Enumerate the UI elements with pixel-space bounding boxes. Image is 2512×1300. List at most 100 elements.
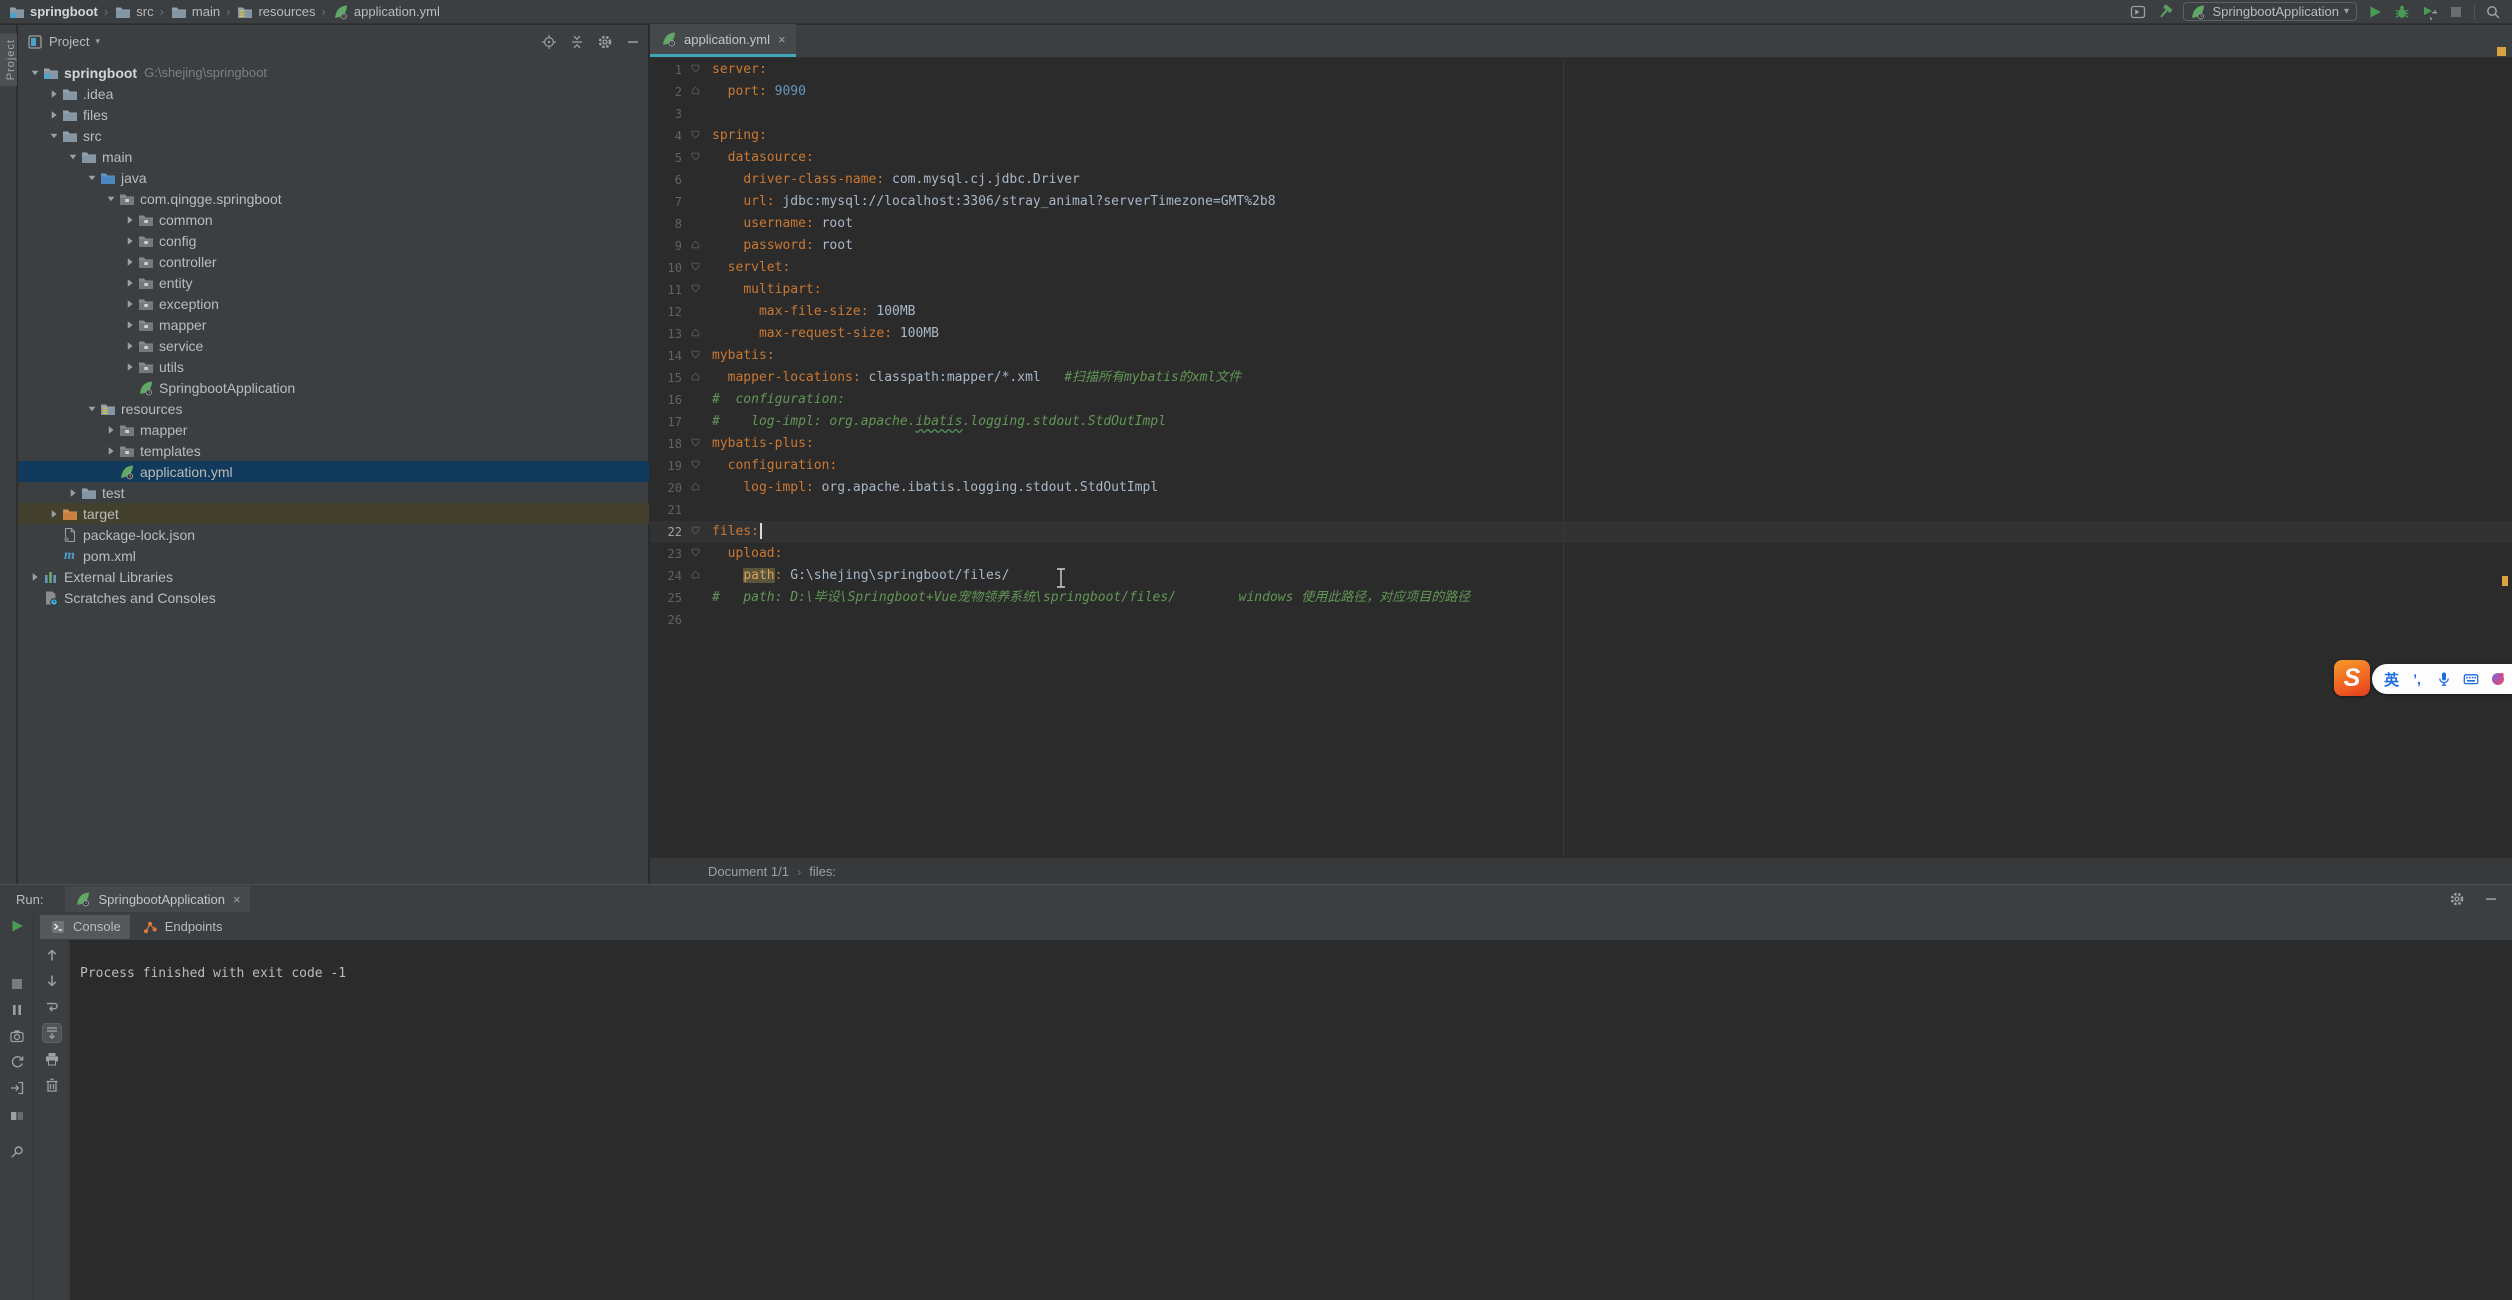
code-line-24[interactable]: 24 path: G:\shejing\springboot/files/ bbox=[650, 565, 2512, 587]
collapsed-arrow-icon[interactable] bbox=[47, 508, 61, 520]
expanded-arrow-icon[interactable] bbox=[104, 193, 118, 205]
breadcrumb-item-application-yml[interactable]: application.yml bbox=[332, 3, 440, 21]
gear-icon[interactable] bbox=[596, 33, 614, 51]
collapsed-arrow-icon[interactable] bbox=[123, 340, 137, 352]
expanded-arrow-icon[interactable] bbox=[28, 67, 42, 79]
fold-marker-icon[interactable] bbox=[682, 130, 712, 142]
print-icon[interactable] bbox=[43, 1050, 61, 1068]
tree-row-scratches-and-consoles[interactable]: Scratches and Consoles bbox=[18, 587, 649, 608]
code-line-21[interactable]: 21 bbox=[650, 499, 2512, 521]
pin-icon[interactable] bbox=[8, 1143, 26, 1161]
run-anything-icon[interactable] bbox=[2129, 3, 2147, 21]
minimize-icon[interactable] bbox=[2482, 890, 2500, 908]
tree-row-config[interactable]: config bbox=[18, 230, 649, 251]
collapsed-arrow-icon[interactable] bbox=[123, 256, 137, 268]
tree-row-utils[interactable]: utils bbox=[18, 356, 649, 377]
code-line-2[interactable]: 2 port: 9090 bbox=[650, 81, 2512, 103]
softwrap-icon[interactable] bbox=[43, 998, 61, 1016]
collapsed-arrow-icon[interactable] bbox=[123, 298, 137, 310]
code-area[interactable]: 1server:2 port: 909034spring:5 datasourc… bbox=[650, 59, 2512, 857]
tree-row-test[interactable]: test bbox=[18, 482, 649, 503]
breadcrumb-item-src[interactable]: src bbox=[114, 3, 153, 21]
ime-punct-icon[interactable]: ’, bbox=[2408, 670, 2426, 688]
project-stripe-tab[interactable]: Project bbox=[0, 33, 17, 86]
ime-logo[interactable]: S bbox=[2334, 660, 2370, 696]
fold-marker-icon[interactable] bbox=[682, 350, 712, 362]
run-icon[interactable] bbox=[2366, 3, 2384, 21]
expanded-arrow-icon[interactable] bbox=[85, 403, 99, 415]
fold-marker-icon[interactable] bbox=[682, 372, 712, 384]
tree-row-service[interactable]: service bbox=[18, 335, 649, 356]
ime-keyboard-icon[interactable] bbox=[2462, 670, 2480, 688]
close-tab-icon[interactable]: × bbox=[778, 32, 786, 47]
fold-marker-icon[interactable] bbox=[682, 262, 712, 274]
tree-row-package-lock-json[interactable]: package-lock.json bbox=[18, 524, 649, 545]
layout-icon[interactable] bbox=[8, 1107, 26, 1125]
breadcrumb-yaml-key[interactable]: files: bbox=[809, 864, 836, 879]
stop-icon[interactable] bbox=[2447, 3, 2465, 21]
tree-row-external-libraries[interactable]: External Libraries bbox=[18, 566, 649, 587]
collapsed-arrow-icon[interactable] bbox=[123, 214, 137, 226]
tree-row-exception[interactable]: exception bbox=[18, 293, 649, 314]
tree-row-application-yml[interactable]: application.yml bbox=[18, 461, 649, 482]
collapsed-arrow-icon[interactable] bbox=[104, 445, 118, 457]
tree-row-java[interactable]: java bbox=[18, 167, 649, 188]
collapse-icon[interactable] bbox=[568, 33, 586, 51]
down-icon[interactable] bbox=[43, 972, 61, 990]
code-line-9[interactable]: 9 password: root bbox=[650, 235, 2512, 257]
fold-marker-icon[interactable] bbox=[682, 570, 712, 582]
tree-row-com-qingge-springboot[interactable]: com.qingge.springboot bbox=[18, 188, 649, 209]
breadcrumb-item-main[interactable]: main bbox=[170, 3, 220, 21]
trash-icon[interactable] bbox=[43, 1076, 61, 1094]
code-line-13[interactable]: 13 max-request-size: 100MB bbox=[650, 323, 2512, 345]
code-line-5[interactable]: 5 datasource: bbox=[650, 147, 2512, 169]
tree-row-resources[interactable]: resources bbox=[18, 398, 649, 419]
up-icon[interactable] bbox=[43, 946, 61, 964]
tree-row-common[interactable]: common bbox=[18, 209, 649, 230]
tree-row-files[interactable]: files bbox=[18, 104, 649, 125]
fold-marker-icon[interactable] bbox=[682, 438, 712, 450]
pause-icon[interactable] bbox=[8, 1001, 26, 1019]
tree-row-pom-xml[interactable]: mpom.xml bbox=[18, 545, 649, 566]
code-line-22[interactable]: 22files: bbox=[650, 521, 2512, 543]
close-run-tab-icon[interactable]: × bbox=[233, 892, 241, 907]
code-line-19[interactable]: 19 configuration: bbox=[650, 455, 2512, 477]
fold-marker-icon[interactable] bbox=[682, 240, 712, 252]
fold-marker-icon[interactable] bbox=[682, 548, 712, 560]
collapsed-arrow-icon[interactable] bbox=[66, 487, 80, 499]
code-line-20[interactable]: 20 log-impl: org.apache.ibatis.logging.s… bbox=[650, 477, 2512, 499]
search-icon[interactable] bbox=[2484, 3, 2502, 21]
collapsed-arrow-icon[interactable] bbox=[123, 361, 137, 373]
fold-marker-icon[interactable] bbox=[682, 328, 712, 340]
camera-icon[interactable] bbox=[8, 1027, 26, 1045]
run-tab-springbootapplication[interactable]: SpringbootApplication × bbox=[65, 886, 249, 912]
rerun-icon[interactable] bbox=[8, 917, 26, 935]
code-line-8[interactable]: 8 username: root bbox=[650, 213, 2512, 235]
project-view-selector[interactable]: Project ▾ bbox=[26, 33, 100, 51]
fold-marker-icon[interactable] bbox=[682, 482, 712, 494]
fold-marker-icon[interactable] bbox=[682, 460, 712, 472]
code-line-17[interactable]: 17# log-impl: org.apache.ibatis.logging.… bbox=[650, 411, 2512, 433]
refresh-icon[interactable] bbox=[8, 1053, 26, 1071]
code-line-11[interactable]: 11 multipart: bbox=[650, 279, 2512, 301]
tree-row-templates[interactable]: templates bbox=[18, 440, 649, 461]
gear-icon[interactable] bbox=[2448, 890, 2466, 908]
code-line-15[interactable]: 15 mapper-locations: classpath:mapper/*.… bbox=[650, 367, 2512, 389]
code-line-3[interactable]: 3 bbox=[650, 103, 2512, 125]
collapsed-arrow-icon[interactable] bbox=[104, 424, 118, 436]
run-view-tab-endpoints[interactable]: Endpoints bbox=[132, 915, 232, 939]
tree-row-target[interactable]: target bbox=[18, 503, 649, 524]
collapsed-arrow-icon[interactable] bbox=[28, 571, 42, 583]
tree-row-main[interactable]: main bbox=[18, 146, 649, 167]
collapsed-arrow-icon[interactable] bbox=[123, 319, 137, 331]
code-line-16[interactable]: 16# configuration: bbox=[650, 389, 2512, 411]
expanded-arrow-icon[interactable] bbox=[47, 130, 61, 142]
tree-row-springboot[interactable]: springbootG:\shejing\springboot bbox=[18, 62, 649, 83]
code-line-23[interactable]: 23 upload: bbox=[650, 543, 2512, 565]
scrollend-icon[interactable] bbox=[43, 1024, 61, 1042]
locate-icon[interactable] bbox=[540, 33, 558, 51]
code-line-18[interactable]: 18mybatis-plus: bbox=[650, 433, 2512, 455]
tree-row--idea[interactable]: .idea bbox=[18, 83, 649, 104]
run-configuration-select[interactable]: SpringbootApplication▾ bbox=[2183, 2, 2357, 21]
tree-row-entity[interactable]: entity bbox=[18, 272, 649, 293]
